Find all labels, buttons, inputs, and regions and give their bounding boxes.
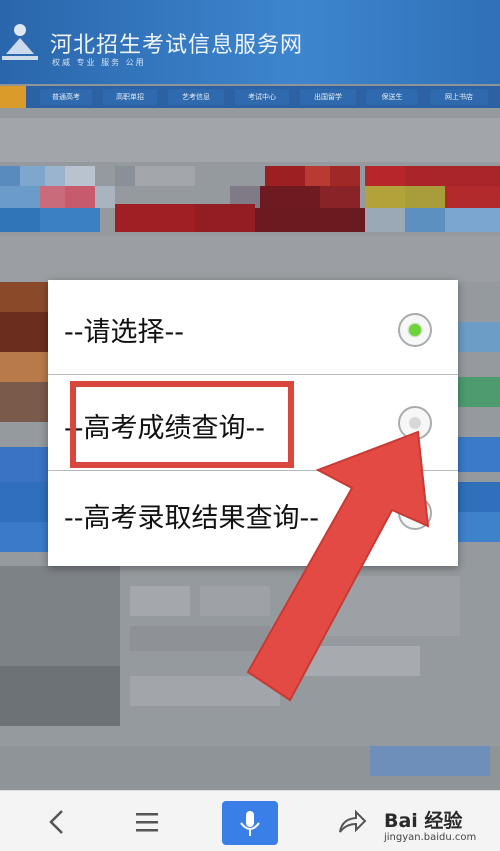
nav-item-gaokao[interactable]: 普通高考 [40,89,92,105]
site-header: 河北招生考试信息服务网 权威 专业 服务 公用 [0,0,500,84]
site-slogan: 权威 专业 服务 公用 [52,58,146,67]
microphone-icon [240,811,260,836]
option-label: --请选择-- [64,317,184,348]
blurred-banner [0,166,500,232]
nav-item-baosong[interactable]: 保送生 [366,89,418,105]
voice-search-button[interactable] [222,801,278,845]
blurred-lower-content [0,566,500,790]
browser-page: 河北招生考试信息服务网 权威 专业 服务 公用 普通高考 高职单招 艺考信息 考… [0,0,500,851]
watermark-logo-text: Bai 经验 [384,810,463,832]
site-logo-icon [2,24,38,60]
site-title: 河北招生考试信息服务网 [50,33,304,58]
radio-dot-icon [409,507,421,519]
blurred-right-column [458,282,500,582]
option-admission-query[interactable]: --高考录取结果查询-- [48,472,458,566]
blurred-banner-graphic [0,166,500,232]
hamburger-menu-icon[interactable] [130,805,164,839]
nav-item-abroad[interactable]: 出国留学 [300,89,356,105]
nav-item-bookstore[interactable]: 网上书店 [430,89,488,105]
annotation-highlight-box [70,381,294,468]
option-please-select[interactable]: --请选择-- [48,280,458,375]
radio-button[interactable] [398,406,432,440]
share-arrow-icon[interactable] [334,805,368,839]
baidu-jingyan-watermark: Bai 经验 jingyan.baidu.com [380,803,500,849]
content-row [0,236,500,282]
nav-home-tab[interactable] [0,86,26,108]
radio-button-checked[interactable] [398,313,432,347]
nav-item-yikao[interactable]: 艺考信息 [168,89,224,105]
chevron-left-icon[interactable] [40,805,74,839]
nav-item-center[interactable]: 考试中心 [235,89,289,105]
option-label: --高考录取结果查询-- [64,503,319,534]
blurred-lower-graphic [0,566,500,790]
blurred-left-column [0,282,48,582]
blurred-left-graphic [0,282,48,552]
radio-dot-icon [409,417,421,429]
radio-dot-icon [409,324,421,336]
nav-item-danzhao[interactable]: 高职单招 [103,89,157,105]
watermark-url: jingyan.baidu.com [384,832,477,843]
radio-button[interactable] [398,496,432,530]
content-row [0,118,500,162]
blurred-right-graphic [458,322,500,542]
